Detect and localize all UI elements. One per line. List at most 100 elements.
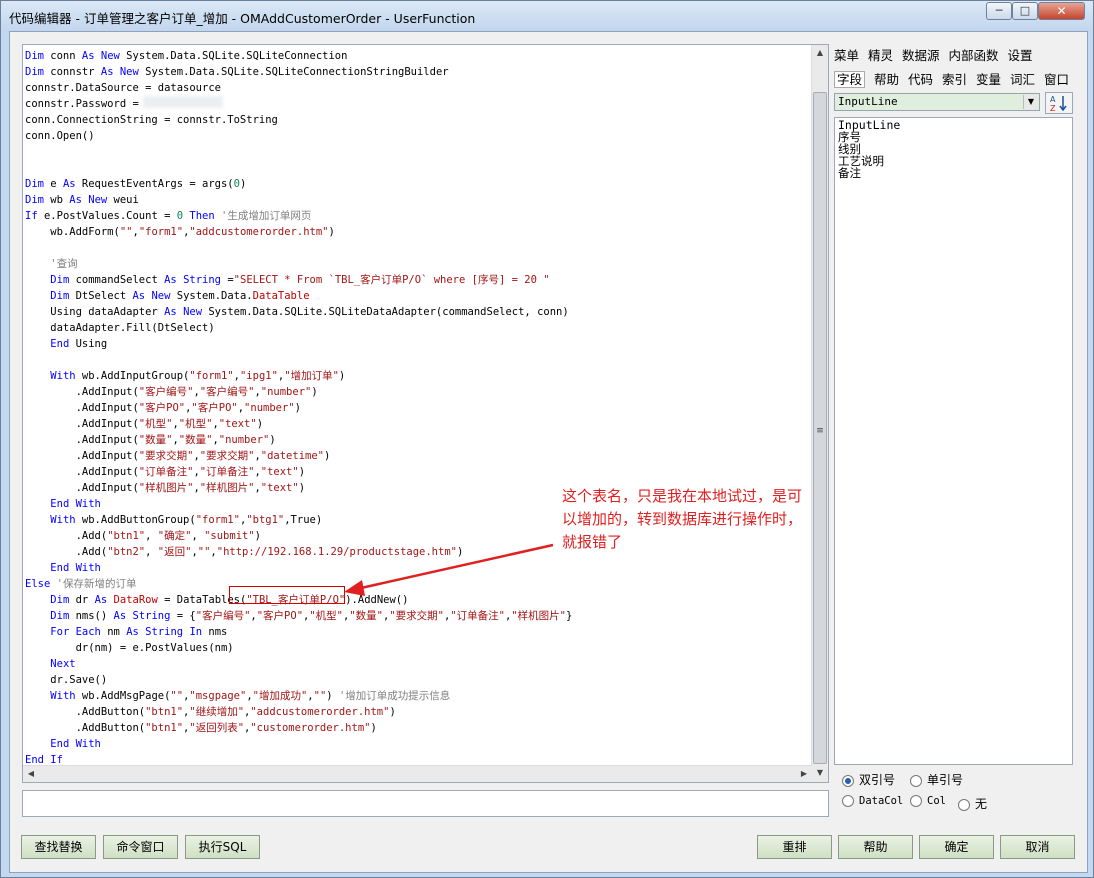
code-token: End xyxy=(50,338,70,350)
find-replace-button[interactable]: 查找替换 xyxy=(21,835,96,859)
chevron-down-icon[interactable]: ▼ xyxy=(1023,95,1038,109)
tab-fields[interactable]: 字段 xyxy=(834,71,866,88)
code-token: ) xyxy=(370,722,377,734)
rearrange-button[interactable]: 重排 xyxy=(757,835,832,859)
code-text[interactable]: Dim conn As New System.Data.SQLite.SQLit… xyxy=(25,48,811,782)
menu-item[interactable]: 内部函数 xyxy=(949,48,999,63)
code-line[interactable]: End With xyxy=(25,736,811,752)
code-line[interactable]: With wb.AddInputGroup("form1","ipg1","增加… xyxy=(25,368,811,384)
code-line[interactable]: .AddButton("btn1","继续增加","addcustomerord… xyxy=(25,704,811,720)
code-line[interactable]: .AddInput("客户PO","客户PO","number") xyxy=(25,400,811,416)
vertical-scrollbar[interactable]: ▲ ≡ ▼ xyxy=(811,45,828,782)
close-button[interactable]: ✕ xyxy=(1038,2,1085,20)
code-editor[interactable]: Dim conn As New System.Data.SQLite.SQLit… xyxy=(22,44,829,783)
code-line[interactable]: dr(nm) = e.PostValues(nm) xyxy=(25,640,811,656)
tab-vocabulary[interactable]: 词汇 xyxy=(1010,72,1035,87)
code-line[interactable]: dr.Save() xyxy=(25,672,811,688)
code-token: "btg1" xyxy=(246,514,285,526)
tab-variables[interactable]: 变量 xyxy=(976,72,1001,87)
code-line[interactable]: wb.AddForm("","form1","addcustomerorder.… xyxy=(25,224,811,240)
code-line[interactable]: .AddInput("机型","机型","text") xyxy=(25,416,811,432)
code-token: DataTable xyxy=(252,290,310,302)
code-line[interactable]: .AddButton("btn1","返回列表","customerorder.… xyxy=(25,720,811,736)
code-line[interactable]: .AddInput("订单备注","订单备注","text") xyxy=(25,464,811,480)
list-item[interactable]: 序号 xyxy=(838,131,1069,143)
code-line[interactable] xyxy=(25,160,811,176)
code-line[interactable]: Dim dr As DataRow = DataTables("TBL_客户订单… xyxy=(25,592,811,608)
code-line[interactable]: .AddInput("数量","数量","number") xyxy=(25,432,811,448)
scroll-left-icon[interactable]: ◀ xyxy=(23,769,39,778)
scroll-right-icon[interactable]: ▶ xyxy=(796,769,812,778)
maximize-button[interactable]: □ xyxy=(1012,2,1038,20)
list-item[interactable]: 备注 xyxy=(838,167,1069,179)
code-line[interactable]: dataAdapter.Fill(DtSelect) xyxy=(25,320,811,336)
code-line[interactable]: End Using xyxy=(25,336,811,352)
table-select[interactable]: InputLine ▼ xyxy=(834,93,1040,111)
code-token: "客户PO" xyxy=(256,610,304,622)
code-line[interactable]: Dim DtSelect As New System.Data.DataTabl… xyxy=(25,288,811,304)
scroll-up-icon[interactable]: ▲ xyxy=(812,48,828,57)
code-line[interactable]: Next xyxy=(25,656,811,672)
code-line[interactable] xyxy=(25,144,811,160)
code-line[interactable]: Dim wb As New weui xyxy=(25,192,811,208)
code-line[interactable]: conn.ConnectionString = connstr.ToString xyxy=(25,112,811,128)
tab-window[interactable]: 窗口 xyxy=(1044,72,1069,87)
minimize-button[interactable]: ─ xyxy=(986,2,1012,20)
menu-item[interactable]: 数据源 xyxy=(902,48,940,63)
horizontal-scrollbar[interactable]: ◀ ▶ xyxy=(23,765,812,782)
list-item[interactable]: 工艺说明 xyxy=(838,155,1069,167)
radio-col[interactable]: Col xyxy=(910,795,946,807)
code-line[interactable]: For Each nm As String In nms xyxy=(25,624,811,640)
radio-label: 单引号 xyxy=(927,773,964,787)
code-token: "确定" xyxy=(157,530,192,542)
code-line[interactable]: conn.Open() xyxy=(25,128,811,144)
code-token: "ipg1" xyxy=(239,370,278,382)
code-line[interactable]: Using dataAdapter As New System.Data.SQL… xyxy=(25,304,811,320)
ok-button[interactable]: 确定 xyxy=(919,835,994,859)
code-token: As xyxy=(81,50,95,62)
code-token: With xyxy=(50,514,76,526)
code-line[interactable]: End With xyxy=(25,560,811,576)
code-line[interactable]: Dim commandSelect As String ="SELECT * F… xyxy=(25,272,811,288)
radio-datacol[interactable]: DataCol xyxy=(842,795,903,807)
code-line[interactable]: .AddInput("客户编号","客户编号","number") xyxy=(25,384,811,400)
code-line[interactable] xyxy=(25,240,811,256)
code-token: conn.Open() xyxy=(25,130,95,142)
code-line[interactable] xyxy=(25,352,811,368)
code-token: "text" xyxy=(218,418,257,430)
sort-button[interactable]: A Z xyxy=(1045,92,1073,114)
tab-help[interactable]: 帮助 xyxy=(874,72,899,87)
code-line[interactable]: connstr.DataSource = datasource xyxy=(25,80,811,96)
code-token: "订单备注" xyxy=(138,466,194,478)
code-line[interactable]: .AddInput("要求交期","要求交期","datetime") xyxy=(25,448,811,464)
radio-none[interactable]: 无 xyxy=(958,795,987,812)
code-line[interactable]: Else '保存新增的订单 xyxy=(25,576,811,592)
code-line[interactable]: Dim connstr As New System.Data.SQLite.SQ… xyxy=(25,64,811,80)
tab-code[interactable]: 代码 xyxy=(908,72,933,87)
code-token: connstr.DataSource = datasource xyxy=(25,82,221,94)
code-token: Dim xyxy=(25,178,44,190)
menu-item[interactable]: 设置 xyxy=(1008,48,1033,63)
execute-sql-button[interactable]: 执行SQL xyxy=(185,835,260,859)
cancel-button[interactable]: 取消 xyxy=(1000,835,1075,859)
radio-double-quote[interactable]: 双引号 xyxy=(842,771,895,788)
help-button[interactable]: 帮助 xyxy=(838,835,913,859)
code-token: As xyxy=(132,290,146,302)
tab-index[interactable]: 索引 xyxy=(942,72,967,87)
list-item[interactable]: InputLine xyxy=(838,119,1069,131)
code-line[interactable]: Dim conn As New System.Data.SQLite.SQLit… xyxy=(25,48,811,64)
radio-single-quote[interactable]: 单引号 xyxy=(910,771,963,788)
command-window-button[interactable]: 命令窗口 xyxy=(103,835,178,859)
code-line[interactable]: Dim nms() As String = {"客户编号","客户PO","机型… xyxy=(25,608,811,624)
command-input[interactable] xyxy=(22,790,829,817)
code-line[interactable]: '查询 xyxy=(25,256,811,272)
code-line[interactable]: With wb.AddMsgPage("","msgpage","增加成功","… xyxy=(25,688,811,704)
code-line[interactable]: If e.PostValues.Count = 0 Then '生成增加订单网页 xyxy=(25,208,811,224)
scroll-down-icon[interactable]: ▼ xyxy=(812,768,828,777)
field-list[interactable]: InputLine 序号 线别 工艺说明 备注 xyxy=(834,117,1073,765)
code-line[interactable]: Dim e As RequestEventArgs = args(0) xyxy=(25,176,811,192)
menu-item[interactable]: 菜单 xyxy=(834,48,859,63)
menu-item[interactable]: 精灵 xyxy=(868,48,893,63)
code-token: e xyxy=(43,178,63,190)
